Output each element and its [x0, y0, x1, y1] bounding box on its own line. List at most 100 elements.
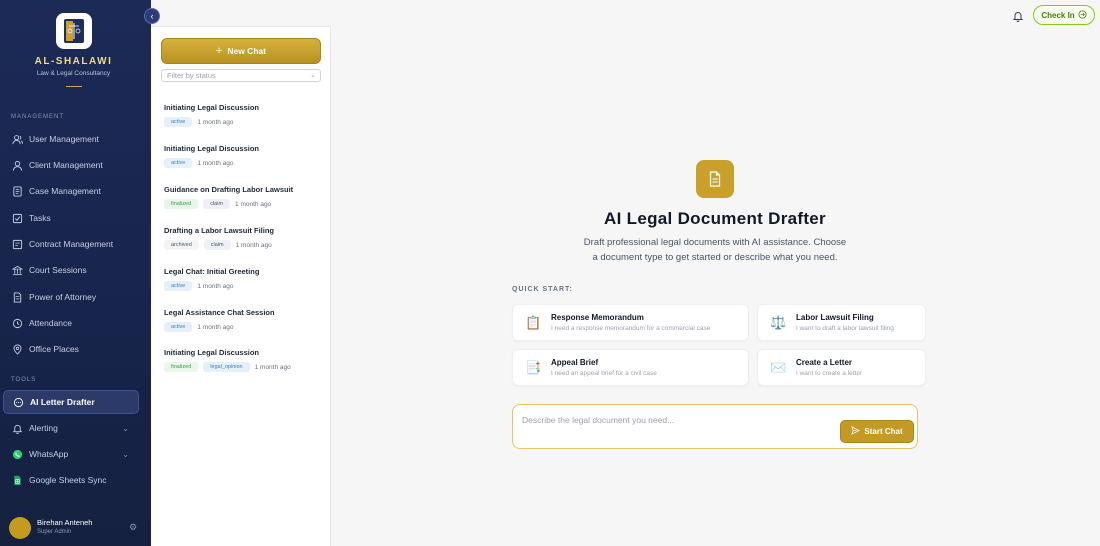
quick-card-subtitle: I need a response memorandum for a comme…	[551, 325, 711, 332]
quick-start-label: QUICK START:	[512, 286, 573, 293]
type-badge: claim	[203, 199, 231, 209]
folder-icon	[11, 185, 23, 197]
chat-time: 1 month ago	[197, 323, 234, 331]
settings-gear-icon[interactable]: ⚙	[129, 522, 137, 533]
sidebar-item-label: WhatsApp	[29, 449, 69, 459]
sidebar-item-label: Case Management	[29, 186, 101, 196]
sidebar-item-power-of-attorney[interactable]: Power of Attorney	[3, 285, 139, 309]
chat-time: 1 month ago	[235, 241, 272, 249]
chevron-down-icon: ⌄	[122, 423, 129, 433]
sidebar-item-office-places[interactable]: Office Places	[3, 337, 139, 361]
chat-list-item[interactable]: Guidance on Drafting Labor Lawsuit final…	[164, 185, 324, 209]
chat-time: 1 month ago	[254, 363, 291, 371]
brand-name: AL-SHALAWI	[34, 56, 113, 67]
notifications-bell-icon[interactable]	[1012, 9, 1024, 22]
chat-list-panel: + New Chat Filter by status ⌄ Initiating…	[151, 26, 331, 546]
chat-list-item[interactable]: Initiating Legal Discussion active 1 mont…	[164, 144, 324, 168]
sidebar-item-whatsapp[interactable]: WhatsApp ⌄	[3, 442, 139, 466]
scales-icon: ⚖️	[770, 315, 787, 330]
whatsapp-icon	[11, 448, 23, 460]
quick-card-subtitle: I want to draft a labor lawsuit filing	[796, 325, 894, 332]
status-badge: active	[164, 322, 193, 332]
brand-subtitle: Law & Legal Consultancy	[36, 70, 111, 77]
document-description-input[interactable]: Describe the legal document you need... …	[512, 404, 918, 449]
bookmark-tabs-icon: 📑	[525, 360, 542, 375]
status-filter-select[interactable]: Filter by status ⌄	[161, 69, 321, 82]
court-icon	[11, 264, 23, 276]
page-title: AI Legal Document Drafter	[604, 209, 826, 228]
check-in-button[interactable]: Check In	[1033, 5, 1095, 25]
tools-section-label: TOOLS	[11, 377, 37, 383]
envelope-icon: ✉️	[770, 360, 787, 375]
type-badge: claim	[203, 240, 231, 250]
start-chat-label: Start Chat	[864, 427, 903, 436]
chevron-down-icon: ⌄	[310, 72, 316, 79]
chat-list-item[interactable]: Initiating Legal Discussion active 1 mont…	[164, 103, 324, 127]
sidebar-item-label: Client Management	[29, 160, 103, 170]
chat-list-item[interactable]: Initiating Legal Discussion finalized leg…	[164, 348, 324, 372]
chat-time: 1 month ago	[197, 118, 234, 126]
chat-list-item[interactable]: Drafting a Labor Lawsuit Filing archived…	[164, 226, 324, 250]
user-name: Birehan Anteneh	[37, 518, 93, 527]
sidebar-item-case-management[interactable]: Case Management	[3, 179, 139, 203]
quick-card-subtitle: I need an appeal brief for a civil case	[551, 370, 657, 377]
sidebar-item-user-management[interactable]: User Management	[3, 127, 139, 151]
clipboard-icon: 📋	[525, 315, 542, 330]
status-badge: finalized	[164, 199, 199, 209]
plus-icon: +	[215, 45, 223, 57]
quick-card-title: Labor Lawsuit Filing	[796, 313, 874, 322]
status-badge: active	[164, 117, 193, 127]
sidebar-item-ai-letter-drafter[interactable]: AI Letter Drafter	[3, 390, 139, 414]
document-icon	[696, 160, 734, 198]
chat-title: Guidance on Drafting Labor Lawsuit	[164, 185, 294, 194]
sidebar-item-label: Contract Management	[29, 239, 114, 249]
sidebar-item-google-sheets-sync[interactable]: Google Sheets Sync	[3, 468, 139, 492]
chat-time: 1 month ago	[197, 282, 234, 290]
chat-title: Initiating Legal Discussion	[164, 144, 260, 153]
sidebar-item-label: Court Sessions	[29, 265, 87, 275]
chat-list-item[interactable]: Legal Chat: Initial Greeting active 1 mon…	[164, 267, 324, 291]
login-icon	[1078, 9, 1087, 21]
users-icon	[11, 133, 23, 145]
sidebar-item-client-management[interactable]: Client Management	[3, 153, 139, 177]
sidebar-item-alerting[interactable]: Alerting ⌄	[3, 416, 139, 440]
sidebar-item-label: Power of Attorney	[29, 292, 97, 302]
check-in-label: Check In	[1041, 10, 1075, 20]
sidebar-item-attendance[interactable]: Attendance	[3, 311, 139, 335]
quick-card-subtitle: I want to create a letter	[796, 370, 863, 377]
quick-card-title: Appeal Brief	[551, 358, 599, 367]
management-section-label: MANAGEMENT	[11, 114, 65, 120]
quick-start-create-letter[interactable]: ✉️ Create a Letter I want to create a le…	[757, 349, 926, 386]
start-chat-button[interactable]: Start Chat	[840, 420, 914, 443]
collapse-sidebar-button[interactable]: ‹	[144, 8, 160, 24]
page-description: Draft professional legal documents with …	[583, 237, 847, 263]
chat-time: 1 month ago	[197, 159, 234, 167]
sidebar-item-label: AI Letter Drafter	[30, 397, 95, 407]
status-badge: archived	[164, 240, 199, 250]
sidebar-item-tasks[interactable]: Tasks	[3, 206, 139, 230]
quick-card-title: Response Memorandum	[551, 313, 644, 322]
status-badge: active	[164, 158, 193, 168]
filter-placeholder: Filter by status	[167, 71, 216, 80]
avatar[interactable]	[9, 517, 31, 539]
chat-time: 1 month ago	[235, 200, 272, 208]
sidebar-item-contract-management[interactable]: Contract Management	[3, 232, 139, 256]
chat-title: Legal Assistance Chat Session	[164, 308, 275, 317]
type-badge: legal_opinion	[203, 362, 250, 372]
contract-icon	[11, 238, 23, 250]
sidebar-item-label: Alerting	[29, 423, 58, 433]
new-chat-button[interactable]: + New Chat	[161, 38, 321, 64]
chat-title: Legal Chat: Initial Greeting	[164, 267, 260, 276]
sidebar-item-label: User Management	[29, 134, 99, 144]
send-icon	[851, 426, 861, 437]
quick-start-response-memorandum[interactable]: 📋 Response Memorandum I need a response …	[512, 304, 749, 341]
sidebar-item-label: Attendance	[29, 318, 73, 328]
compose-placeholder: Describe the legal document you need...	[522, 415, 675, 425]
sheets-icon	[11, 474, 23, 486]
chevron-down-icon: ⌄	[122, 449, 129, 459]
sidebar-item-court-sessions[interactable]: Court Sessions	[3, 258, 139, 282]
quick-start-appeal-brief[interactable]: 📑 Appeal Brief I need an appeal brief fo…	[512, 349, 749, 386]
quick-card-title: Create a Letter	[796, 358, 853, 367]
chat-list-item[interactable]: Legal Assistance Chat Session active 1 mo…	[164, 308, 324, 332]
quick-start-labor-lawsuit-filing[interactable]: ⚖️ Labor Lawsuit Filing I want to draft …	[757, 304, 926, 341]
